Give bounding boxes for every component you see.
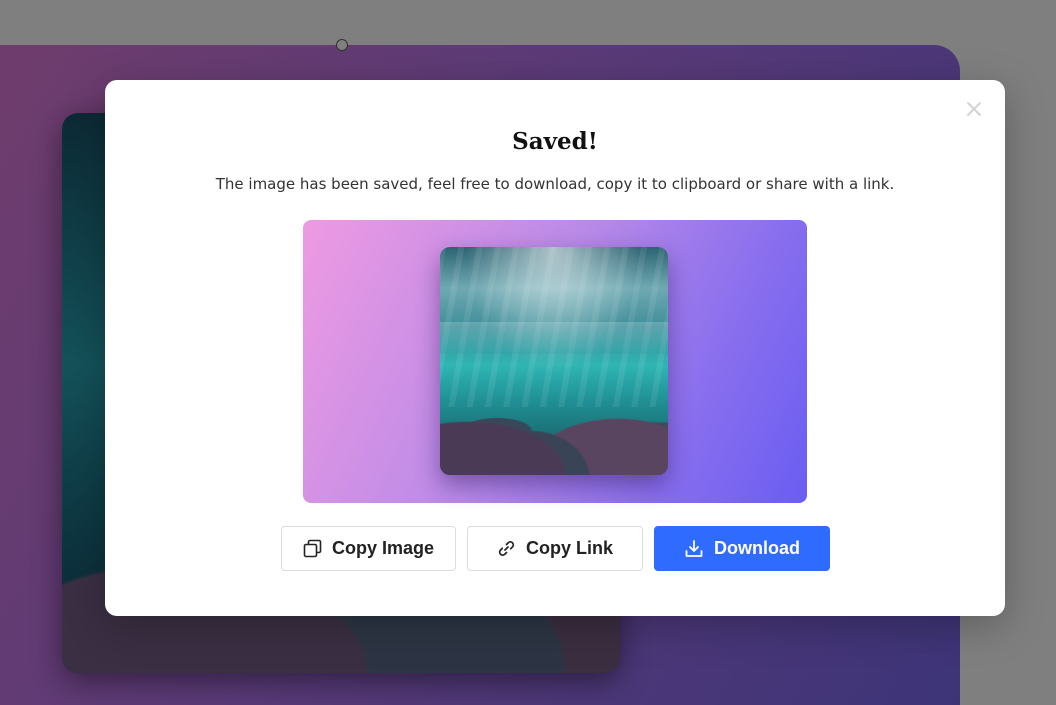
download-icon xyxy=(684,539,704,559)
copy-link-label: Copy Link xyxy=(525,538,613,558)
saved-image-preview xyxy=(440,247,668,475)
action-buttons: Copy Image Copy Link Download xyxy=(281,526,831,571)
copy-image-button[interactable]: Copy Image xyxy=(281,526,456,571)
close-button[interactable] xyxy=(963,98,985,120)
preview-coral-reef xyxy=(440,365,668,475)
modal-title: Saved! xyxy=(512,128,598,155)
canvas-resize-handle[interactable] xyxy=(336,39,348,51)
preview-water-surface xyxy=(440,322,668,355)
link-icon xyxy=(497,539,516,558)
image-preview-frame xyxy=(303,220,807,503)
saved-modal: Saved! The image has been saved, feel fr… xyxy=(105,80,1005,616)
copy-link-button[interactable]: Copy Link xyxy=(467,526,643,571)
download-button[interactable]: Download xyxy=(654,526,830,571)
modal-description: The image has been saved, feel free to d… xyxy=(215,175,895,193)
download-label: Download xyxy=(714,538,800,558)
copy-image-label: Copy Image xyxy=(331,538,435,558)
copy-icon xyxy=(303,539,322,558)
close-icon xyxy=(967,102,981,116)
